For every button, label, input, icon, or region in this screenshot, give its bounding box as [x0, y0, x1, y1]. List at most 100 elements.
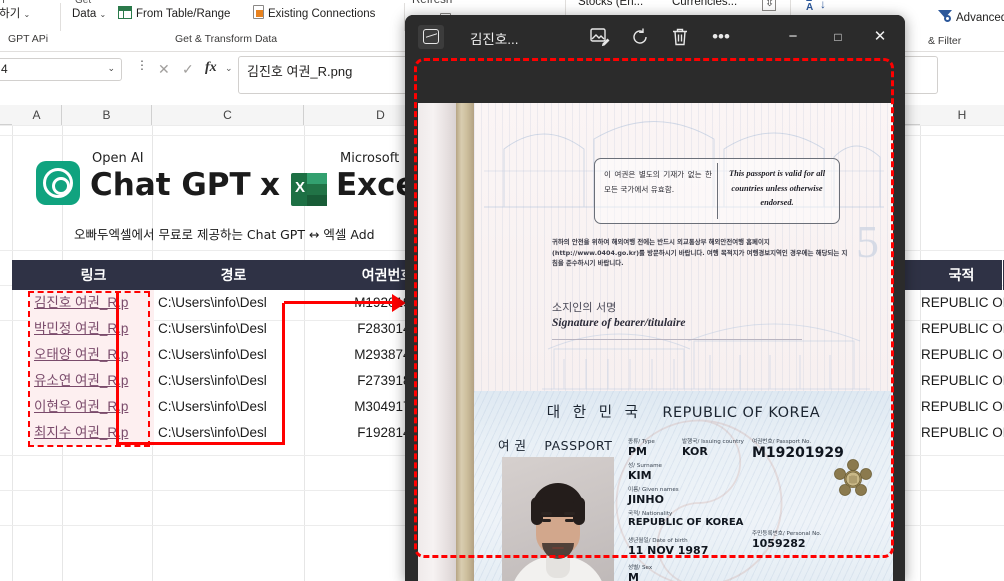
- openai-logo-icon: [36, 161, 80, 205]
- filter-button[interactable]: Filter: [912, 0, 938, 3]
- microsoft-caption: Microsoft: [340, 151, 400, 166]
- field-label-date-of-birth: 생년월일/ Date of birth: [628, 538, 688, 544]
- column-header-h[interactable]: H: [920, 105, 1004, 125]
- validity-text-english: This passport is valid for all countries…: [728, 169, 826, 207]
- edit-image-icon[interactable]: [588, 25, 614, 49]
- stocks-button[interactable]: Stocks (En...: [578, 0, 643, 9]
- photo-icon: [418, 25, 444, 49]
- field-label-passport-no: 여권번호/ Passport No.: [752, 439, 812, 445]
- field-value-surname: KIM: [628, 469, 652, 482]
- cell-nationality[interactable]: REPUBLIC OF K: [917, 394, 1004, 420]
- column-header-b[interactable]: B: [62, 105, 152, 125]
- national-emblem-icon: [834, 459, 872, 496]
- openai-caption: Open AI: [92, 151, 144, 166]
- passport-photo: [502, 457, 614, 581]
- field-label-issuing-country: 발행국/ Issuing country: [682, 439, 744, 445]
- chevron-down-icon[interactable]: ⌄: [225, 63, 233, 74]
- rotate-icon[interactable]: [628, 25, 654, 49]
- field-value-date-of-birth: 11 NOV 1987: [628, 544, 709, 557]
- annotation-horizontal-arrow: [284, 301, 394, 304]
- data-types-expand-icon[interactable]: [762, 0, 776, 11]
- app-root: GPT 실행하기 ⌄ GPT APi Get Data ⌄ From Table…: [0, 0, 1004, 581]
- annotation-bracket-left: [116, 293, 284, 445]
- sort-arrow-icon: ↓: [820, 0, 826, 11]
- banner-title-left: Chat GPT: [90, 167, 251, 203]
- chevron-down-icon: ⌄: [23, 10, 31, 19]
- doc-label-korean: 여 권: [498, 438, 527, 453]
- name-box[interactable]: 4 ⌄: [0, 58, 122, 81]
- confirm-formula-icon[interactable]: ✓: [182, 61, 194, 78]
- ribbon-divider: [790, 0, 791, 16]
- gpt-group-top-label: GPT: [0, 0, 7, 6]
- more-options-icon[interactable]: •••: [708, 25, 734, 49]
- chevron-down-icon[interactable]: ⌄: [107, 63, 115, 74]
- cancel-formula-icon[interactable]: ✕: [158, 61, 170, 78]
- existing-connections-button[interactable]: Existing Connections: [268, 8, 375, 21]
- passport-visa-page: 5 이 여권은 별도의 기재가 없는 한 모든 국가에서 유효함. This p…: [474, 103, 893, 391]
- existing-connections-icon: [253, 5, 264, 19]
- get-data-label: Data: [72, 8, 97, 20]
- banner-title-x: x: [260, 167, 280, 203]
- sort-filter-group-caption: & Filter: [928, 35, 962, 47]
- gpt-api-group-caption: GPT APi: [8, 33, 49, 45]
- table-header-link[interactable]: 링크: [30, 260, 158, 290]
- passport-doc-label: 여 권 PASSPORT: [498, 435, 612, 454]
- signature-line: [552, 339, 802, 340]
- name-box-value: 4: [1, 62, 8, 76]
- country-name-korean: 대 한 민 국: [546, 405, 642, 421]
- cell-nationality[interactable]: REPUBLIC OF K: [917, 420, 1004, 446]
- passport-spine: [456, 103, 474, 581]
- doc-label-english: PASSPORT: [544, 438, 613, 453]
- column-header-c[interactable]: C: [152, 105, 304, 125]
- passport-left-page: [418, 103, 456, 581]
- annotation-vertical-line: [282, 303, 285, 445]
- passport-data-page: 대 한 민 국 REPUBLIC OF KOREA 여 권 PASSPORT 종…: [474, 391, 893, 581]
- field-label-nationality: 국적/ Nationality: [628, 511, 673, 517]
- cell-nationality[interactable]: REPUBLIC OF K: [917, 342, 1004, 368]
- photo-viewer-title: 김진호...: [470, 32, 519, 47]
- signature-label-korean: 소지인의 서명: [552, 301, 617, 314]
- excel-logo-icon: X: [291, 173, 327, 206]
- field-label-type: 종류/ Type: [628, 439, 655, 445]
- name-box-more-icon[interactable]: ⋮: [136, 59, 148, 71]
- chevron-down-icon: ⌄: [99, 10, 107, 19]
- refresh-all-button[interactable]: Refresh: [412, 0, 452, 7]
- sort-az-icon[interactable]: ZA: [806, 0, 813, 13]
- maximize-button[interactable]: □: [818, 25, 858, 49]
- gpt-run-label: 실행하기: [0, 8, 21, 20]
- minimize-button[interactable]: −: [773, 25, 813, 49]
- get-transform-group-caption: Get & Transform Data: [175, 33, 278, 45]
- banner-subtitle: 오빠두엑셀에서 무료로 제공하는 Chat GPT ↔ 엑셀 Add: [74, 227, 375, 242]
- passport-country-title: 대 한 민 국 REPUBLIC OF KOREA: [474, 401, 893, 422]
- from-table-range-button[interactable]: From Table/Range: [136, 8, 230, 21]
- cell-nationality[interactable]: REPUBLIC OF K: [917, 316, 1004, 342]
- column-header-a[interactable]: A: [12, 105, 62, 125]
- close-button[interactable]: ✕: [860, 25, 900, 49]
- get-label: Get: [75, 0, 92, 6]
- photo-viewer-window[interactable]: 김진호... ••• − □ ✕ 5 이 여권은 별도의 기재가 없는 한 모든…: [405, 15, 905, 581]
- gpt-run-button[interactable]: 실행하기 ⌄: [0, 8, 30, 21]
- ribbon-divider: [60, 3, 61, 31]
- cell-nationality[interactable]: REPUBLIC OF K: [917, 290, 1004, 316]
- advanced-button[interactable]: Advanced: [956, 12, 1004, 25]
- cell-nationality[interactable]: REPUBLIC OF K: [917, 368, 1004, 394]
- table-header-nationality[interactable]: 국적: [920, 260, 1004, 290]
- field-value-personal-no: 1059282: [752, 537, 806, 550]
- photo-viewer-body[interactable]: 5 이 여권은 별도의 기재가 없는 한 모든 국가에서 유효함. This p…: [405, 59, 905, 581]
- insert-function-icon[interactable]: fx: [205, 60, 217, 76]
- field-value-type: PM: [628, 445, 648, 458]
- mrz-strip: [474, 577, 893, 581]
- field-label-personal-no: 주민등록번호/ Personal No.: [752, 531, 822, 537]
- field-label-surname: 성/ Surname: [628, 463, 662, 469]
- sort-button[interactable]: Sort: [848, 0, 869, 3]
- from-table-range-icon: [118, 6, 132, 19]
- passport-scan-image[interactable]: 5 이 여권은 별도의 기재가 없는 한 모든 국가에서 유효함. This p…: [418, 103, 893, 581]
- annotation-arrow-head-icon: [392, 294, 406, 312]
- photo-viewer-titlebar[interactable]: 김진호... ••• − □ ✕: [405, 15, 905, 59]
- get-data-button[interactable]: Data ⌄: [72, 8, 106, 21]
- currencies-button[interactable]: Currencies...: [672, 0, 737, 9]
- table-header-path[interactable]: 경로: [158, 260, 310, 290]
- trash-icon[interactable]: [668, 25, 694, 49]
- field-label-sex: 성별/ Sex: [628, 565, 653, 571]
- advanced-filter-icon: [938, 10, 952, 22]
